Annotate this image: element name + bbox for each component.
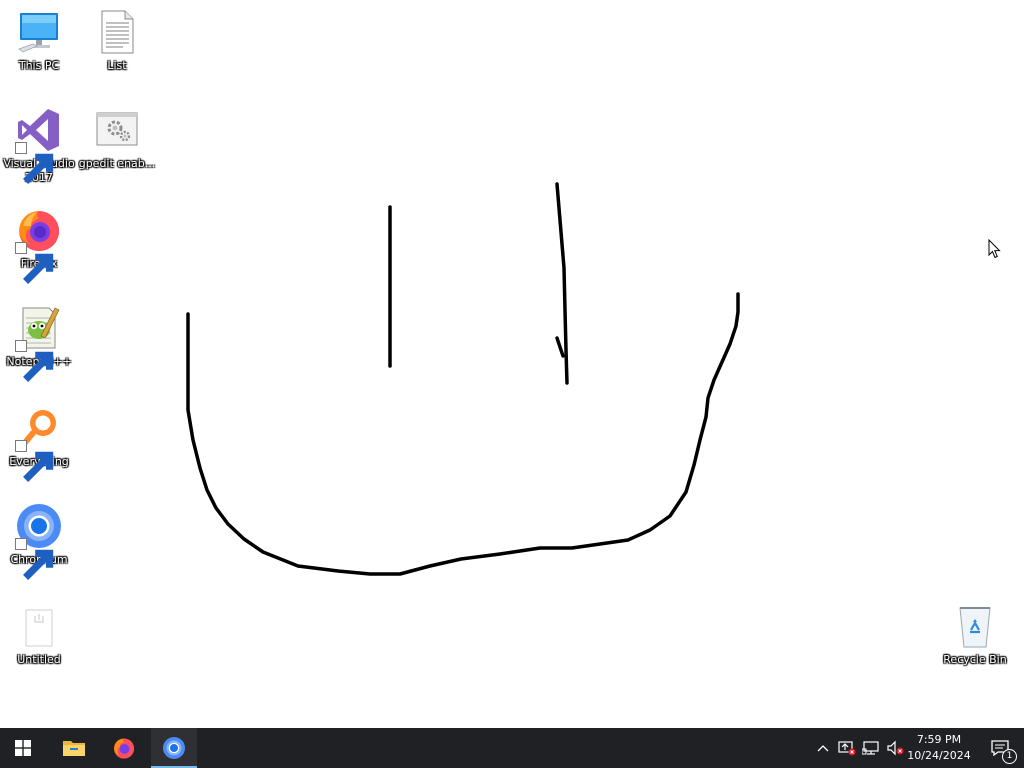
desktop-icon-this-pc[interactable]: This PC (0, 8, 78, 73)
desktop-icon-visual-studio[interactable]: Visual Studio 2017 (0, 106, 78, 185)
batch-file-icon (93, 106, 141, 154)
tray-network[interactable] (859, 728, 883, 768)
clock-date: 10/24/2024 (907, 749, 971, 762)
volume-muted-icon (887, 740, 904, 756)
clock-time: 7:59 PM (916, 733, 962, 746)
chevron-up-icon (817, 745, 829, 752)
notepad-plus-plus-icon (15, 304, 63, 382)
security-icon (838, 741, 856, 756)
shortcut-arrow-icon (15, 538, 54, 580)
text-file-icon (93, 8, 141, 56)
shortcut-arrow-icon (15, 242, 54, 284)
desktop-icon-label: List (107, 59, 127, 72)
desktop-icon-untitled[interactable]: Untitled (0, 602, 78, 667)
shortcut-arrow-icon (15, 340, 54, 382)
start-button[interactable] (0, 728, 46, 768)
computer-icon (15, 8, 63, 56)
firefox-icon (15, 206, 63, 284)
desktop-icon-list[interactable]: List (78, 8, 156, 73)
desktop-icon-everything[interactable]: Everything (0, 404, 78, 482)
desktop-icon-gpedit[interactable]: gpedit enab... (78, 106, 156, 171)
drawing-stroke-right-line (555, 182, 569, 385)
firefox-icon (114, 738, 135, 759)
taskbar-firefox[interactable] (101, 728, 147, 768)
action-center-button[interactable]: 1 (980, 728, 1020, 768)
visual-studio-icon (15, 106, 63, 184)
blank-document-icon (15, 602, 63, 650)
taskbar-clock[interactable]: 7:59 PM 10/24/2024 (904, 728, 974, 768)
taskbar: 7:59 PM 10/24/2024 1 (0, 728, 1024, 768)
tray-show-hidden-icons[interactable] (812, 728, 834, 768)
recycle-bin-icon (951, 602, 999, 650)
desktop-icon-label: gpedit enab... (78, 157, 156, 170)
taskbar-chromium[interactable] (151, 728, 197, 768)
folder-icon (63, 741, 85, 756)
drawing-stroke-smile (186, 292, 740, 576)
desktop-icon-label: Untitled (17, 653, 61, 666)
shortcut-arrow-icon (15, 440, 54, 482)
everything-search-icon (15, 404, 63, 482)
network-icon (862, 741, 879, 755)
desktop-icon-label: Recycle Bin (943, 653, 1007, 666)
shortcut-arrow-icon (15, 142, 54, 184)
chromium-icon (163, 737, 185, 759)
mouse-cursor-icon (988, 239, 1001, 259)
windows-logo-icon (15, 740, 31, 756)
notification-count-badge: 1 (1002, 749, 1017, 764)
desktop-icon-recycle-bin[interactable]: Recycle Bin (936, 602, 1014, 667)
taskbar-file-explorer[interactable] (51, 728, 97, 768)
desktop[interactable]: This PC List Visual Studio 2017 gpedit e… (0, 0, 1024, 728)
desktop-icon-label: This PC (18, 59, 60, 72)
desktop-icon-notepadpp[interactable]: Notepad++ (0, 304, 78, 382)
desktop-icon-firefox[interactable]: Firefox (0, 206, 78, 284)
chromium-icon (15, 502, 63, 580)
desktop-icon-chromium[interactable]: Chromium (0, 502, 78, 580)
tray-security[interactable] (835, 728, 859, 768)
